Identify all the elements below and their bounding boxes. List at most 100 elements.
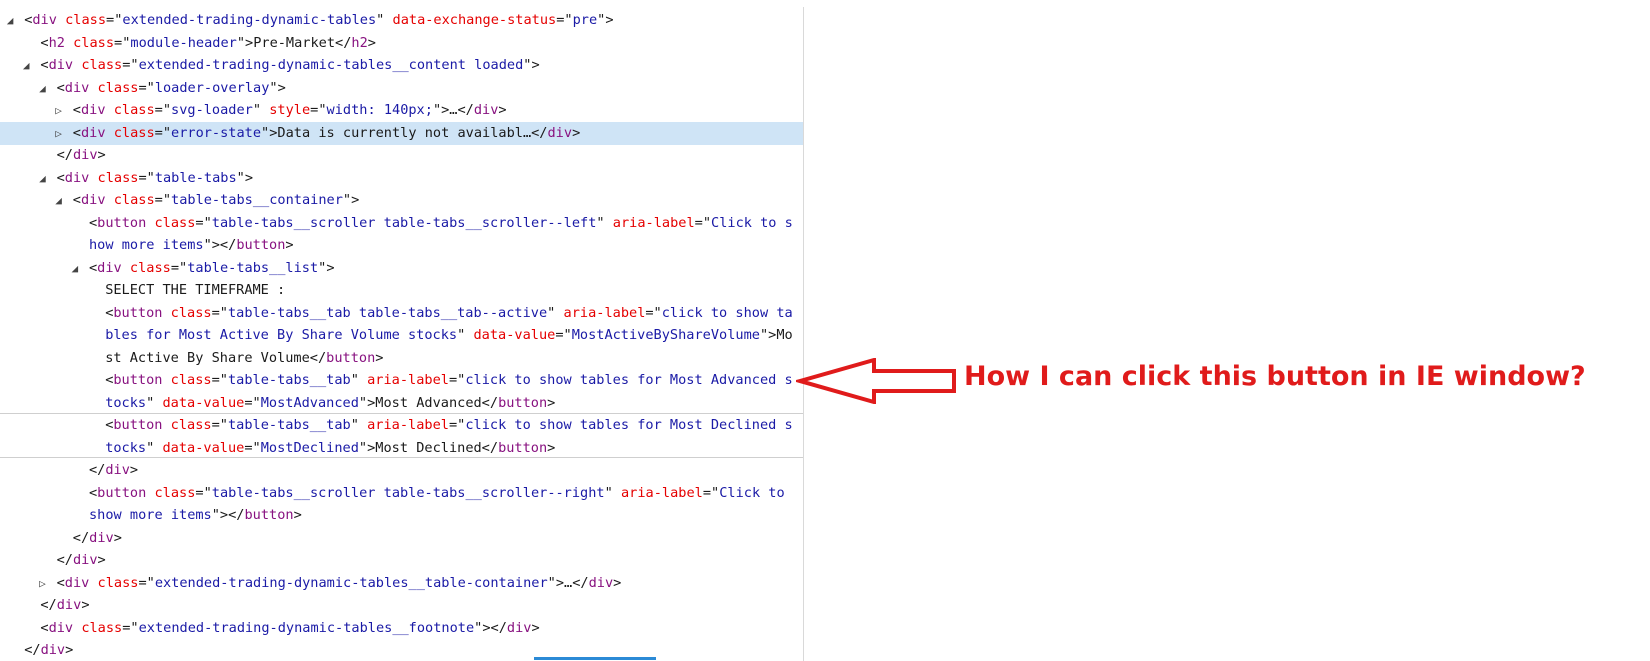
dom-tree-line[interactable]: ◢ <div class="extended-trading-dynamic-t… — [0, 9, 803, 33]
attribute-value: bles for Most Active By Share Volume sto… — [105, 327, 458, 343]
markup-text: > — [97, 552, 106, 568]
dom-line-spacer — [48, 170, 56, 186]
tag-name: div — [105, 462, 130, 478]
dom-tree-line[interactable]: </div> — [0, 459, 803, 483]
attribute-value: show more items — [88, 507, 212, 523]
dom-tree-line[interactable]: show more items"></button> — [0, 504, 803, 528]
attribute-name: class — [81, 619, 123, 636]
attribute-name: class — [170, 417, 212, 433]
expanded-twisty-icon[interactable]: ◢ — [20, 55, 32, 78]
markup-text: </ — [56, 552, 73, 568]
attribute-name: data-value — [162, 439, 245, 456]
dom-tree-line[interactable]: ◢ <div class="table-tabs__container"> — [0, 189, 803, 213]
dom-tree-line[interactable]: </div> — [0, 549, 803, 573]
markup-text: > — [613, 574, 622, 591]
expanded-twisty-icon[interactable]: ◢ — [53, 190, 65, 213]
dom-line-spacer — [65, 102, 73, 118]
markup-text: > — [97, 147, 106, 163]
dom-tree-line[interactable]: tocks" data-value="MostAdvanced">Most Ad… — [0, 392, 803, 416]
dom-tree-line[interactable]: ▷ <div class="error-state">Data is curre… — [0, 121, 803, 146]
markup-text: < — [88, 484, 98, 501]
markup-text — [162, 372, 170, 388]
attribute-value: extended-trading-dynamic-tables — [122, 12, 377, 28]
attribute-value: error-state — [171, 124, 262, 141]
tag-name: div — [473, 102, 499, 118]
markup-text: < — [72, 124, 81, 141]
dom-tree-line[interactable]: SELECT THE TIMEFRAME : — [0, 279, 803, 303]
markup-text: < — [40, 619, 49, 636]
attribute-name: class — [154, 484, 196, 501]
dom-line-spacer — [81, 260, 89, 276]
dom-tree-line[interactable]: ▷ <div class="extended-trading-dynamic-t… — [0, 572, 803, 596]
markup-text: " — [252, 102, 270, 118]
markup-text: < — [56, 574, 65, 591]
markup-text — [106, 125, 114, 141]
dom-line-spacer — [97, 327, 105, 343]
dom-line-spacer — [97, 417, 105, 433]
markup-text: =" — [138, 79, 155, 96]
tag-name: div — [64, 79, 90, 96]
attribute-value: MostAdvanced — [260, 394, 359, 411]
attribute-name: class — [170, 372, 212, 388]
dom-tree-line[interactable]: ◢ <div class="extended-trading-dynamic-t… — [0, 54, 803, 78]
dom-line-spacer — [81, 237, 89, 253]
markup-text: "> — [318, 259, 335, 276]
row-divider — [0, 457, 803, 458]
dom-tree-line[interactable]: how more items"></button> — [0, 234, 803, 258]
attribute-name: class — [154, 214, 196, 231]
markup-text: =" — [211, 417, 228, 433]
dom-line-spacer — [48, 80, 56, 96]
attribute-value: Click to s — [711, 214, 793, 231]
dom-tree-line[interactable]: <h2 class="module-header">Pre-Market</h2… — [0, 32, 803, 56]
annotation-question: How I can click this button in IE window… — [964, 361, 1586, 392]
dom-tree-line[interactable]: <button class="table-tabs__tab" aria-lab… — [0, 414, 803, 438]
expanded-twisty-icon[interactable]: ◢ — [4, 10, 16, 33]
dom-tree-line[interactable]: bles for Most Active By Share Volume sto… — [0, 324, 803, 348]
dom-tree-line[interactable]: </div> — [0, 527, 803, 551]
tag-name: button — [236, 237, 286, 253]
attribute-name: data-value — [473, 327, 556, 343]
dom-tree-line[interactable]: st Active By Share Volume</button> — [0, 347, 803, 371]
markup-text: > — [572, 124, 581, 141]
expanded-twisty-icon[interactable]: ◢ — [69, 258, 81, 281]
dom-tree-line[interactable]: ◢ <div class="loader-overlay"> — [0, 77, 803, 101]
dom-tree-line[interactable]: <button class="table-tabs__scroller tabl… — [0, 482, 803, 506]
markup-text: =" — [448, 372, 466, 388]
dom-tree-line[interactable]: </div> — [0, 639, 803, 661]
dom-tree-line[interactable]: ◢ <div class="table-tabs__list"> — [0, 257, 803, 281]
dom-tree-line[interactable]: <div class="extended-trading-dynamic-tab… — [0, 617, 803, 641]
markup-text: > — [129, 462, 139, 478]
markup-text: =" — [154, 192, 172, 208]
attribute-name: class — [97, 79, 139, 96]
attribute-value: tocks — [105, 439, 147, 456]
dom-tree-line[interactable]: </div> — [0, 144, 803, 168]
dom-tree-line[interactable]: ▷ <div class="svg-loader" style="width: … — [0, 99, 803, 123]
attribute-value: svg-loader — [171, 102, 253, 118]
markup-text: =" — [195, 214, 212, 231]
attribute-value: extended-trading-dynamic-tables__table-c… — [154, 574, 548, 591]
dom-tree-line[interactable]: <button class="table-tabs__scroller tabl… — [0, 212, 803, 236]
dom-tree-line[interactable]: ◢ <div class="table-tabs"> — [0, 167, 803, 191]
tag-name: div — [80, 192, 106, 208]
markup-text: " — [604, 484, 621, 501]
dom-line-spacer — [16, 642, 24, 658]
dom-tree-line[interactable]: <button class="table-tabs__tab" aria-lab… — [0, 369, 803, 393]
dom-line-spacer — [65, 530, 73, 546]
markup-text: > — [375, 349, 384, 366]
expanded-twisty-icon[interactable]: ◢ — [36, 78, 48, 101]
collapsed-twisty-icon[interactable]: ▷ — [53, 123, 65, 146]
collapsed-twisty-icon[interactable]: ▷ — [53, 100, 65, 123]
expanded-twisty-icon[interactable]: ◢ — [36, 168, 48, 191]
attribute-value: click to show tables for Most Advanced s — [465, 372, 793, 388]
markup-text: "></ — [203, 237, 237, 253]
markup-text: > — [65, 642, 74, 658]
collapsed-twisty-icon[interactable]: ▷ — [36, 573, 48, 596]
markup-text: > — [293, 507, 302, 523]
dom-tree-line[interactable]: </div> — [0, 594, 803, 618]
dom-tree-line[interactable]: <button class="table-tabs__tab table-tab… — [0, 302, 803, 326]
attribute-value: how more items — [88, 237, 204, 253]
